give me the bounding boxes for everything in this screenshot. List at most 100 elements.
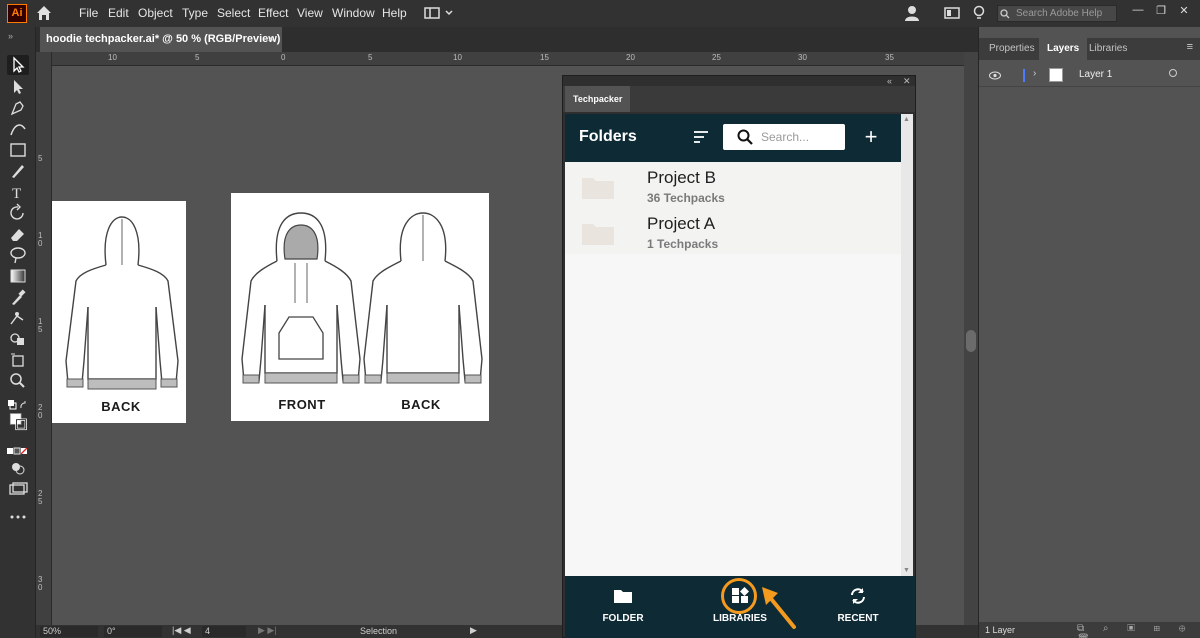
tab-layers[interactable]: Layers xyxy=(1039,38,1088,60)
layers-footer: 1 Layer ⧉ ⌕ ▣ ⊞ ⊕ 🗑 xyxy=(979,622,1200,638)
drawing-mode-icon[interactable] xyxy=(7,458,29,478)
eraser-tool[interactable] xyxy=(7,224,29,244)
nav-recent[interactable]: RECENT xyxy=(803,576,913,638)
folders-header: Folders Search... + xyxy=(565,114,901,162)
paintbrush-tool[interactable] xyxy=(7,161,29,181)
artboard-back-left[interactable]: BACK xyxy=(52,201,186,423)
menu-edit[interactable]: Edit xyxy=(108,6,129,20)
garment-label: BACK xyxy=(401,397,441,412)
scroll-up-icon[interactable]: ▲ xyxy=(903,116,910,123)
workspace-switcher-icon[interactable] xyxy=(424,6,454,20)
folder-item[interactable]: Project B 36 Techpacks xyxy=(565,162,901,208)
hoodie-back-sketch xyxy=(65,216,179,390)
restore-icon[interactable]: ❐ xyxy=(1153,4,1169,18)
curvature-tool[interactable] xyxy=(7,119,29,139)
add-folder-button[interactable]: + xyxy=(861,124,881,150)
arrange-documents-icon[interactable] xyxy=(943,5,961,21)
close-window-icon[interactable]: ✕ xyxy=(1176,4,1192,18)
search-help-input[interactable]: Search Adobe Help xyxy=(997,5,1117,22)
menu-view[interactable]: View xyxy=(297,6,323,20)
lasso-tool[interactable] xyxy=(7,245,29,265)
folder-icon xyxy=(582,224,614,245)
expand-layer-icon[interactable]: › xyxy=(1033,68,1036,79)
scroll-down-icon[interactable]: ▼ xyxy=(903,567,910,574)
menu-effect[interactable]: Effect xyxy=(258,6,288,20)
layer-actions-icons[interactable]: ⧉ ⌕ ▣ ⊞ ⊕ 🗑 xyxy=(1077,623,1200,638)
screen-mode-icon[interactable] xyxy=(7,479,29,499)
folder-name: Project A xyxy=(647,214,716,233)
type-tool[interactable]: T xyxy=(7,182,29,202)
default-fill-stroke-icon[interactable] xyxy=(7,395,29,410)
target-circle-icon[interactable] xyxy=(1169,69,1177,77)
techpacker-scrollbar[interactable]: ▲ ▼ xyxy=(901,114,913,576)
hoodie-front-sketch xyxy=(241,212,361,384)
tab-properties[interactable]: Properties xyxy=(981,38,1043,60)
ruler-label: 2 5 xyxy=(38,489,43,506)
more-tools-icon[interactable] xyxy=(7,507,29,527)
shape-builder-tool[interactable] xyxy=(7,329,29,349)
visibility-eye-icon[interactable] xyxy=(989,71,1001,80)
canvas-vertical-scrollbar[interactable] xyxy=(964,52,978,625)
artboard-nav-first-icon[interactable]: |◀ ◀ xyxy=(172,625,191,636)
gradient-tool[interactable] xyxy=(7,266,29,286)
ruler-label: 25 xyxy=(712,53,721,62)
fill-stroke-swatch[interactable] xyxy=(7,412,29,438)
artboard-number-select[interactable]: 4 xyxy=(202,626,246,637)
rotate-tool[interactable] xyxy=(7,203,29,223)
close-tab-icon[interactable]: × xyxy=(268,27,274,52)
menu-select[interactable]: Select xyxy=(217,6,250,20)
ruler-label: 5 xyxy=(38,154,43,163)
panel-menu-icon[interactable]: ≡ xyxy=(1187,41,1193,53)
selection-tool[interactable] xyxy=(7,55,29,75)
rectangle-tool[interactable] xyxy=(7,140,29,160)
minimize-icon[interactable]: — xyxy=(1130,4,1146,18)
collapse-panel-icon[interactable]: « xyxy=(887,76,892,86)
ruler-label: 3 0 xyxy=(38,575,43,592)
folder-item[interactable]: Project A 1 Techpacks xyxy=(565,208,901,254)
nav-folder[interactable]: FOLDER xyxy=(568,576,678,638)
search-icon xyxy=(1000,9,1010,19)
document-tab-bar: hoodie techpacker.ai* @ 50 % (RGB/Previe… xyxy=(36,27,978,52)
artboard-front-back[interactable]: FRONT BACK xyxy=(231,193,489,421)
menu-help[interactable]: Help xyxy=(382,6,407,20)
document-tab-title: hoodie techpacker.ai* @ 50 % (RGB/Previe… xyxy=(46,33,281,45)
discover-bulb-icon[interactable] xyxy=(970,5,988,21)
ruler-label: 0 xyxy=(281,53,286,62)
artboard-nav-next-icon[interactable]: ▶ ▶| xyxy=(258,625,277,636)
menu-window[interactable]: Window xyxy=(332,6,375,20)
menu-file[interactable]: File xyxy=(79,6,98,20)
garment-label: FRONT xyxy=(278,397,326,412)
sort-icon[interactable] xyxy=(693,130,709,144)
color-mode-icon[interactable] xyxy=(7,442,29,455)
zoom-select[interactable]: 50% xyxy=(40,626,98,637)
layer-row[interactable]: › Layer 1 xyxy=(979,65,1200,87)
tab-libraries[interactable]: Libraries xyxy=(1081,38,1135,60)
garment-label: BACK xyxy=(101,399,141,414)
home-icon[interactable] xyxy=(36,5,52,21)
puppet-warp-tool[interactable] xyxy=(7,308,29,328)
zoom-tool[interactable] xyxy=(7,371,29,391)
collapse-toolbar-icon[interactable]: » xyxy=(8,31,13,41)
pen-tool[interactable] xyxy=(7,98,29,118)
search-placeholder: Search... xyxy=(761,130,810,144)
eyedropper-tool[interactable] xyxy=(7,287,29,307)
menu-type[interactable]: Type xyxy=(182,6,208,20)
ruler-label: 2 0 xyxy=(38,403,43,420)
layer-name[interactable]: Layer 1 xyxy=(1079,69,1112,80)
direct-selection-tool[interactable] xyxy=(7,77,29,97)
svg-text:T: T xyxy=(12,186,21,202)
search-icon xyxy=(737,129,753,145)
rotation-select[interactable]: 0° xyxy=(104,626,162,637)
menu-object[interactable]: Object xyxy=(138,6,173,20)
scrollbar-thumb[interactable] xyxy=(966,330,976,352)
techpacker-tab[interactable]: Techpacker xyxy=(565,86,631,112)
status-menu-icon[interactable]: ▶ xyxy=(470,625,477,636)
folder-list: Project B 36 Techpacks Project A 1 Techp… xyxy=(565,162,901,576)
user-account-icon[interactable] xyxy=(904,5,922,21)
ruler-label: 10 xyxy=(453,53,462,62)
folder-count: 36 Techpacks xyxy=(647,191,725,205)
menu-bar: Ai File Edit Object Type Select Effect V… xyxy=(0,0,1200,27)
artboard-tool[interactable] xyxy=(7,350,29,370)
document-tab[interactable]: hoodie techpacker.ai* @ 50 % (RGB/Previe… xyxy=(40,27,282,52)
folder-search-input[interactable]: Search... xyxy=(723,124,845,150)
